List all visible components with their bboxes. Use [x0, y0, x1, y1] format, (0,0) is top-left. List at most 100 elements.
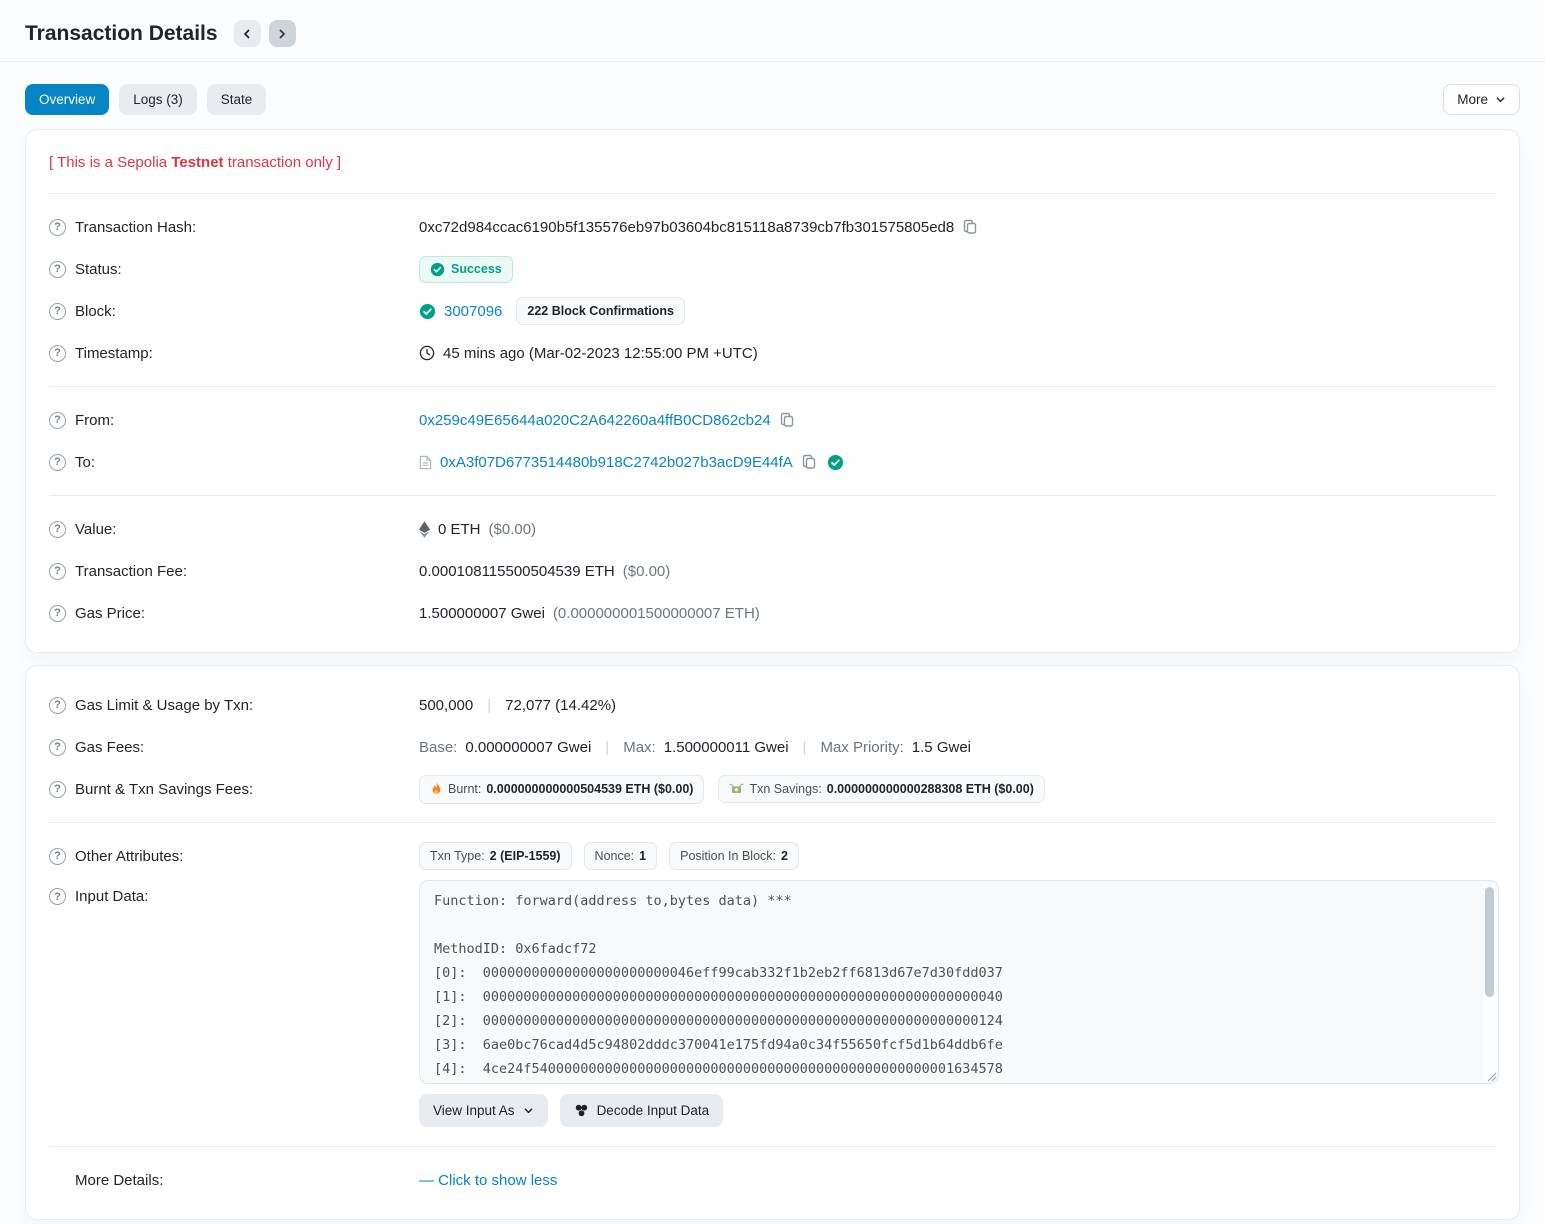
- copy-icon: [801, 454, 817, 470]
- max-priority-fee-label: Max Priority:: [820, 739, 903, 756]
- txn-type-value: 2 (EIP-1559): [490, 849, 561, 863]
- more-details-label: More Details:: [75, 1172, 163, 1189]
- tab-logs[interactable]: Logs (3): [119, 84, 197, 115]
- status-badge: Success: [419, 256, 513, 283]
- to-address-link[interactable]: 0xA3f07D6773514480b918C2742b027b3acD9E44…: [440, 454, 793, 471]
- gas-usage-value: 72,077 (14.42%): [505, 697, 616, 714]
- txn-savings-value: 0.000000000000288308 ETH ($0.00): [827, 782, 1034, 796]
- check-circle-icon: [430, 262, 445, 277]
- value-usd: ($0.00): [489, 521, 537, 538]
- divider: [49, 386, 1496, 387]
- transaction-details-page: Transaction Details Overview Logs (3) St…: [0, 0, 1545, 1220]
- nonce-badge: Nonce: 1: [584, 842, 658, 870]
- burnt-savings-row: ? Burnt & Txn Savings Fees: Burnt: 0.000…: [49, 768, 1496, 810]
- chevron-right-icon: [276, 28, 288, 40]
- decode-input-data-label: Decode Input Data: [597, 1103, 710, 1118]
- gas-price-label: Gas Price:: [75, 605, 145, 622]
- copy-icon: [962, 219, 978, 235]
- to-row: ? To: 0xA3f07D6773514480b918C2742b027b3a…: [49, 441, 1496, 483]
- money-wings-icon: [729, 783, 744, 795]
- tab-state[interactable]: State: [207, 84, 267, 115]
- copy-transaction-hash-button[interactable]: [962, 219, 978, 235]
- tab-overview[interactable]: Overview: [25, 84, 109, 115]
- copy-from-address-button[interactable]: [779, 412, 795, 428]
- gas-limit-usage-label: Gas Limit & Usage by Txn:: [75, 697, 253, 714]
- help-icon[interactable]: ?: [49, 563, 66, 580]
- transaction-fee-label: Transaction Fee:: [75, 563, 187, 580]
- page-title: Transaction Details: [25, 22, 218, 46]
- gas-price-eth: (0.000000001500000007 ETH): [553, 605, 760, 622]
- input-data-content: Function: forward(address to,bytes data)…: [434, 889, 1474, 1084]
- divider: [49, 822, 1496, 823]
- input-data-scrollbar[interactable]: [1483, 883, 1496, 1081]
- verified-check-icon: [827, 454, 844, 471]
- chevron-left-icon: [241, 28, 253, 40]
- max-fee-label: Max:: [623, 739, 656, 756]
- transaction-hash-row: ? Transaction Hash: 0xc72d984ccac6190b5f…: [49, 206, 1496, 248]
- eth-icon: [419, 521, 430, 538]
- decode-input-data-button[interactable]: Decode Input Data: [560, 1094, 724, 1127]
- timestamp-label: Timestamp:: [75, 345, 153, 362]
- base-fee-value: 0.000000007 Gwei: [465, 739, 591, 756]
- prev-transaction-button[interactable]: [234, 20, 261, 47]
- help-icon[interactable]: ?: [49, 697, 66, 714]
- help-icon[interactable]: ?: [49, 303, 66, 320]
- help-icon[interactable]: ?: [49, 219, 66, 236]
- page-header: Transaction Details: [25, 14, 1520, 61]
- value-row: ? Value: 0 ETH ($0.00): [49, 508, 1496, 550]
- more-button[interactable]: More: [1443, 84, 1520, 115]
- value-label: Value:: [75, 521, 116, 538]
- max-priority-fee-value: 1.5 Gwei: [912, 739, 971, 756]
- help-icon[interactable]: ?: [49, 739, 66, 756]
- input-data-row: ? Input Data: Function: forward(address …: [49, 877, 1496, 1134]
- help-icon[interactable]: ?: [49, 261, 66, 278]
- more-button-label: More: [1457, 92, 1488, 107]
- from-label: From:: [75, 412, 114, 429]
- help-icon[interactable]: ?: [49, 605, 66, 622]
- block-confirmations-badge: 222 Block Confirmations: [516, 297, 685, 325]
- nonce-value: 1: [639, 849, 646, 863]
- help-icon[interactable]: ?: [49, 521, 66, 538]
- copy-icon: [779, 412, 795, 428]
- from-address-link[interactable]: 0x259c49E65644a020C2A642260a4ffB0CD862cb…: [419, 412, 771, 429]
- gas-limit-usage-row: ? Gas Limit & Usage by Txn: 500,000 | 72…: [49, 684, 1496, 726]
- txn-savings-badge: Txn Savings: 0.000000000000288308 ETH ($…: [718, 775, 1044, 803]
- gas-limit-value: 500,000: [419, 697, 473, 714]
- scrollbar-thumb[interactable]: [1485, 887, 1494, 997]
- chevron-down-icon: [523, 1105, 534, 1116]
- position-in-block-label: Position In Block:: [680, 849, 776, 863]
- input-data-textarea[interactable]: Function: forward(address to,bytes data)…: [419, 880, 1499, 1084]
- status-row: ? Status: Success: [49, 248, 1496, 290]
- block-number-link[interactable]: 3007096: [444, 303, 502, 320]
- block-check-icon: [419, 303, 436, 320]
- other-attributes-label: Other Attributes:: [75, 848, 183, 865]
- overview-card: [ This is a Sepolia Testnet transaction …: [25, 129, 1520, 653]
- help-icon[interactable]: ?: [49, 454, 66, 471]
- value-amount: 0 ETH: [438, 521, 481, 538]
- burnt-fees-badge: Burnt: 0.000000000000504539 ETH ($0.00): [419, 775, 704, 804]
- testnet-notice: [ This is a Sepolia Testnet transaction …: [49, 148, 1496, 181]
- help-icon[interactable]: ?: [49, 412, 66, 429]
- help-icon[interactable]: ?: [49, 781, 66, 798]
- pipe-separator: |: [599, 739, 615, 756]
- burnt-value: 0.000000000000504539 ETH ($0.00): [486, 782, 693, 796]
- transaction-hash-value: 0xc72d984ccac6190b5f135576eb97b03604bc81…: [419, 219, 954, 236]
- help-icon[interactable]: ?: [49, 848, 66, 865]
- block-label: Block:: [75, 303, 116, 320]
- show-less-link[interactable]: — Click to show less: [419, 1172, 557, 1189]
- resize-grip-icon[interactable]: [1487, 1072, 1497, 1082]
- pipe-separator: |: [481, 697, 497, 714]
- decode-blocks-icon: [574, 1103, 589, 1118]
- tabs: Overview Logs (3) State: [25, 84, 266, 115]
- clock-icon: [419, 345, 435, 361]
- view-input-as-button[interactable]: View Input As: [419, 1094, 548, 1127]
- divider: [49, 1146, 1496, 1147]
- chevron-down-icon: [1495, 94, 1506, 105]
- help-icon[interactable]: ?: [49, 888, 66, 905]
- position-in-block-badge: Position In Block: 2: [669, 842, 799, 870]
- help-icon[interactable]: ?: [49, 345, 66, 362]
- position-in-block-value: 2: [781, 849, 788, 863]
- copy-to-address-button[interactable]: [801, 454, 817, 470]
- next-transaction-button[interactable]: [269, 20, 296, 47]
- transaction-hash-label: Transaction Hash:: [75, 219, 196, 236]
